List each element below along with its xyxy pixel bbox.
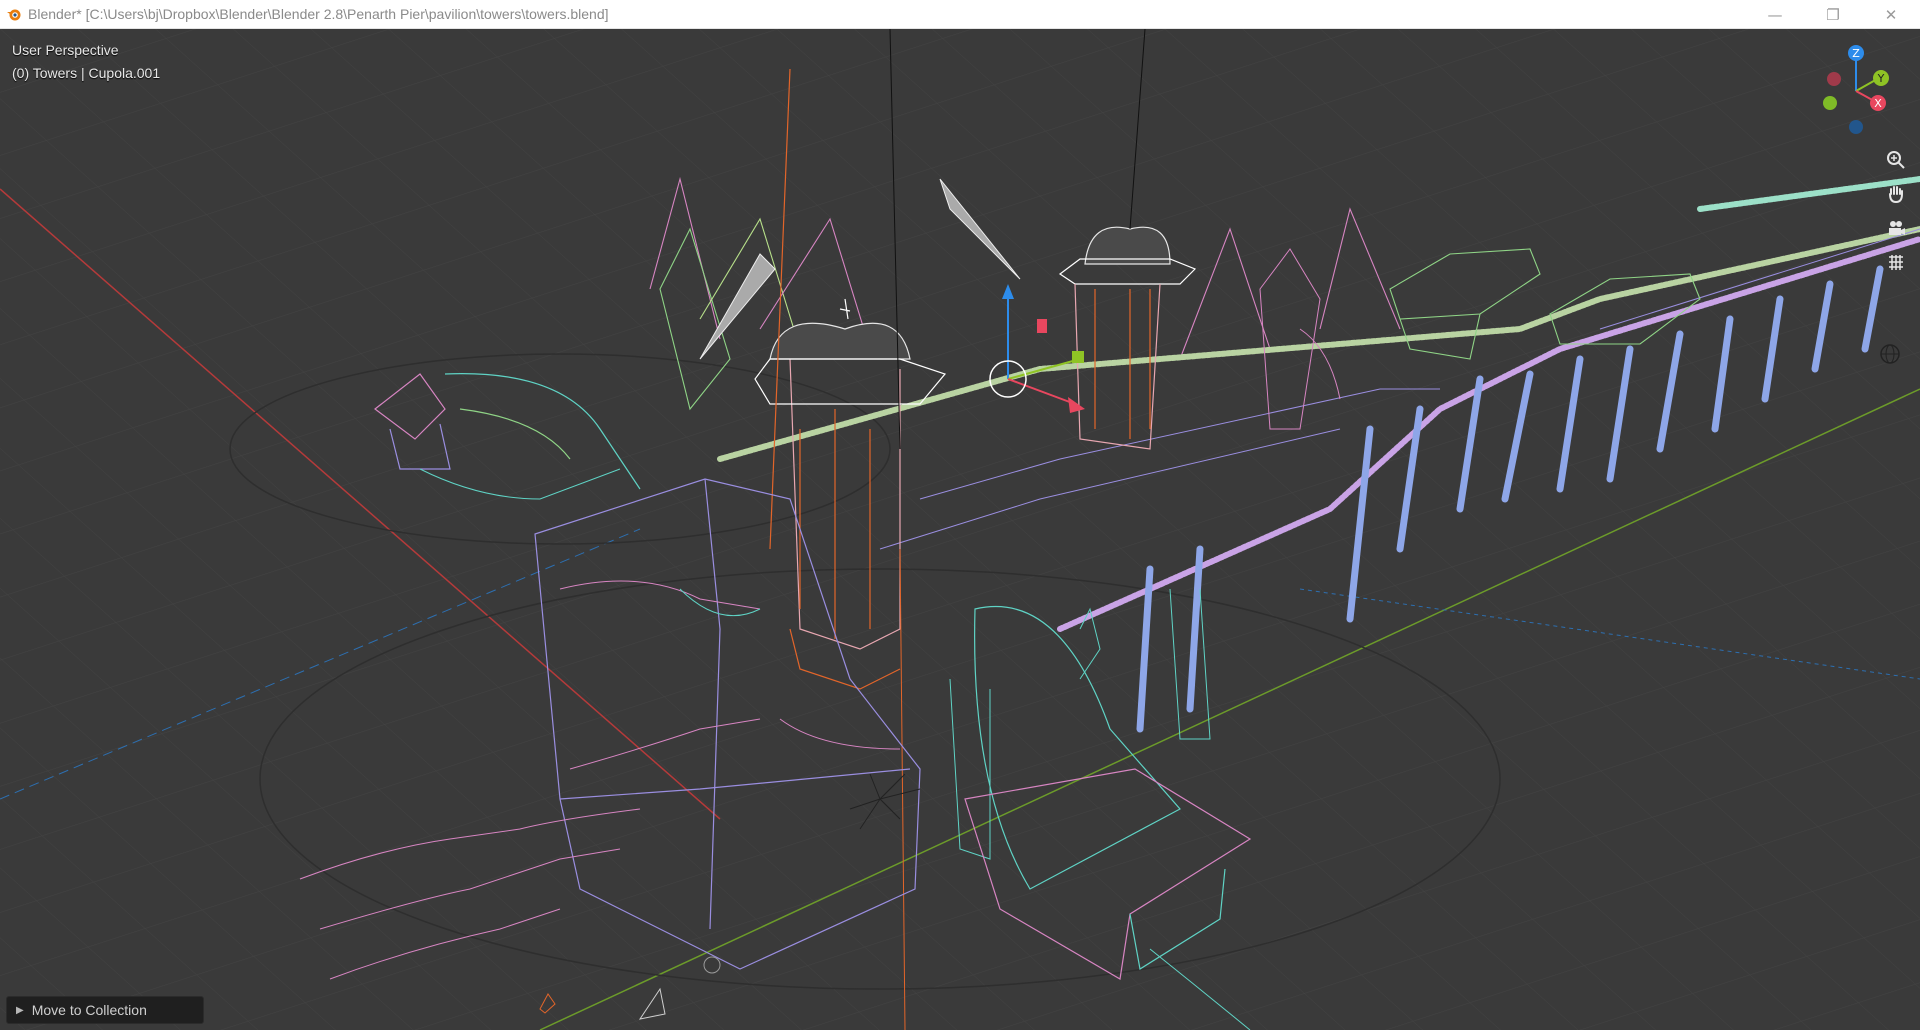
minimize-button[interactable]: — <box>1746 0 1804 29</box>
blender-logo-icon <box>6 6 22 22</box>
world-globe-icon[interactable] <box>1876 340 1904 368</box>
active-object-label: (0) Towers | Cupola.001 <box>12 65 161 81</box>
camera-view-icon[interactable] <box>1882 214 1910 242</box>
close-button[interactable]: ✕ <box>1862 0 1920 29</box>
window-titlebar: Blender* [C:\Users\bj\Dropbox\Blender\Bl… <box>0 0 1920 29</box>
view-name-label: User Perspective <box>12 42 119 58</box>
gizmo-y-label: Y <box>1877 72 1885 85</box>
last-operator-panel[interactable]: ▶ Move to Collection <box>6 996 204 1024</box>
window-title: Blender* [C:\Users\bj\Dropbox\Blender\Bl… <box>28 6 609 22</box>
pan-hand-icon[interactable] <box>1882 180 1910 208</box>
scene-wireframe <box>0 29 1920 1030</box>
gizmo-x-label: X <box>1874 97 1882 110</box>
operator-label: Move to Collection <box>31 1002 147 1018</box>
ortho-grid-icon[interactable] <box>1882 248 1910 276</box>
zoom-icon[interactable] <box>1882 146 1910 174</box>
3d-viewport[interactable]: User Perspective (0) Towers | Cupola.001… <box>0 29 1920 1030</box>
maximize-button[interactable]: ❐ <box>1804 0 1862 29</box>
expand-triangle-icon[interactable]: ▶ <box>16 1005 24 1016</box>
gizmo-z-label: Z <box>1852 47 1860 60</box>
navigation-gizmo[interactable]: Z Y X <box>1808 39 1904 135</box>
